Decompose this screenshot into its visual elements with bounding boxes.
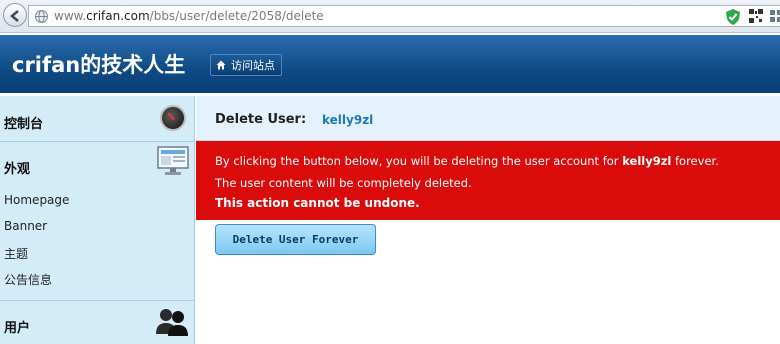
sidebar-section-users[interactable]: 用户 [0, 301, 194, 344]
sidebar-item-appearance[interactable]: 外观 [4, 158, 30, 177]
sidebar-section-appearance: 外观 Homepage Banner 主题 公告信息 [0, 142, 194, 301]
sidebar-section-dashboard[interactable]: 控制台 [0, 96, 194, 142]
username-link[interactable]: kelly9zl [322, 113, 373, 127]
dial-icon [160, 105, 186, 131]
url-host: crifan.com [86, 9, 150, 23]
visit-site-label: 访问站点 [231, 59, 275, 72]
warning-line-2: The user content will be completely dele… [215, 176, 472, 190]
users-icon [156, 309, 188, 336]
sidebar-item-dashboard[interactable]: 控制台 [4, 113, 43, 132]
qr-code-icon[interactable] [749, 9, 763, 23]
warning-line-1: By clicking the button below, you will b… [215, 154, 719, 168]
back-button[interactable] [3, 3, 27, 27]
delete-user-label: Delete User: [215, 112, 307, 127]
home-icon [216, 60, 226, 70]
site-header: crifan的技术人生 访问站点 [0, 35, 780, 93]
site-title[interactable]: crifan的技术人生 [12, 49, 185, 79]
warning-line-3: This action cannot be undone. [215, 196, 420, 210]
warning-line-1-end: forever. [671, 154, 719, 168]
warning-username: kelly9zl [622, 154, 672, 168]
delete-user-forever-button[interactable]: Delete User Forever [215, 224, 376, 255]
globe-icon [35, 10, 48, 23]
sidebar: 控制台 外观 Homepage Banner 主题 公告信息 用户 [0, 96, 195, 344]
delete-user-header: Delete User: kelly9zl [196, 96, 780, 141]
sidebar-item-homepage[interactable]: Homepage [4, 193, 69, 207]
sidebar-item-banner[interactable]: Banner [4, 219, 47, 233]
back-arrow-icon [10, 10, 19, 22]
url-path: /bbs/user/delete/2058/delete [149, 9, 324, 23]
warning-line-1-start: By clicking the button below, you will b… [215, 154, 623, 168]
main-content: Delete User: kelly9zl By clicking the bu… [196, 96, 780, 344]
sidebar-item-users[interactable]: 用户 [4, 317, 30, 336]
address-bar[interactable]: www.crifan.com/bbs/user/delete/2058/dele… [28, 5, 780, 27]
grid-icon[interactable] [769, 9, 780, 23]
browser-toolbar: www.crifan.com/bbs/user/delete/2058/dele… [0, 0, 780, 33]
shield-icon[interactable] [725, 8, 741, 26]
url-text: www.crifan.com/bbs/user/delete/2058/dele… [54, 9, 324, 23]
sidebar-item-theme[interactable]: 主题 [4, 245, 28, 262]
monitor-icon [157, 146, 189, 175]
visit-site-button[interactable]: 访问站点 [210, 54, 282, 76]
warning-message: By clicking the button below, you will b… [196, 141, 780, 220]
url-prefix: www. [54, 9, 87, 23]
sidebar-item-announcements[interactable]: 公告信息 [4, 271, 52, 288]
